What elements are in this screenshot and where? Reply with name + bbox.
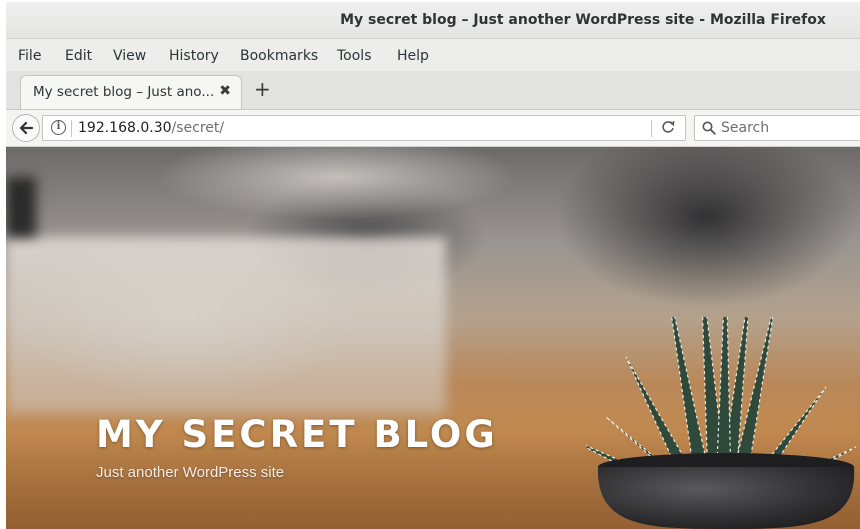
hero-background-wall [6, 237, 446, 417]
url-path: /secret/ [171, 120, 225, 136]
menu-edit[interactable]: Edit [65, 48, 92, 64]
close-icon[interactable]: ✖ [219, 83, 231, 99]
menu-bookmarks[interactable]: Bookmarks [240, 48, 318, 64]
tab-title: My secret blog – Just ano... [33, 84, 215, 100]
browser-window: My secret blog – Just another WordPress … [6, 2, 860, 529]
menu-file[interactable]: File [18, 48, 41, 64]
hero-image: MY SECRET BLOG Just another WordPress si… [6, 147, 860, 529]
menu-help[interactable]: Help [397, 48, 429, 64]
menu-tools[interactable]: Tools [337, 48, 372, 64]
menu-view[interactable]: View [113, 48, 146, 64]
navigation-bar: i 192.168.0.30/secret/ Search [6, 110, 860, 147]
window-title: My secret blog – Just another WordPress … [340, 12, 826, 28]
site-title[interactable]: MY SECRET BLOG [96, 413, 498, 456]
search-icon [702, 121, 716, 135]
url-divider-right [651, 120, 652, 137]
menu-bar: File Edit View History Bookmarks Tools H… [6, 39, 860, 71]
tab-strip: My secret blog – Just ano... ✖ + [6, 71, 860, 110]
back-arrow-icon [19, 121, 34, 135]
succulent-plant-image [586, 317, 857, 529]
page-content: MY SECRET BLOG Just another WordPress si… [6, 147, 860, 529]
search-bar[interactable]: Search [694, 115, 860, 141]
back-button[interactable] [12, 114, 40, 142]
url-host: 192.168.0.30 [78, 120, 172, 136]
url-divider [71, 120, 72, 137]
info-icon[interactable]: i [51, 120, 66, 135]
url-bar[interactable]: i 192.168.0.30/secret/ [42, 115, 686, 141]
title-bar: My secret blog – Just another WordPress … [6, 2, 860, 39]
reload-icon[interactable] [661, 119, 675, 139]
new-tab-button[interactable]: + [254, 79, 271, 99]
hero-background-object [6, 177, 36, 237]
site-tagline: Just another WordPress site [96, 464, 285, 481]
url-text[interactable]: 192.168.0.30/secret/ [78, 120, 224, 136]
tab-active[interactable]: My secret blog – Just ano... ✖ [20, 75, 242, 109]
menu-history[interactable]: History [169, 48, 219, 64]
search-input[interactable]: Search [721, 120, 769, 136]
